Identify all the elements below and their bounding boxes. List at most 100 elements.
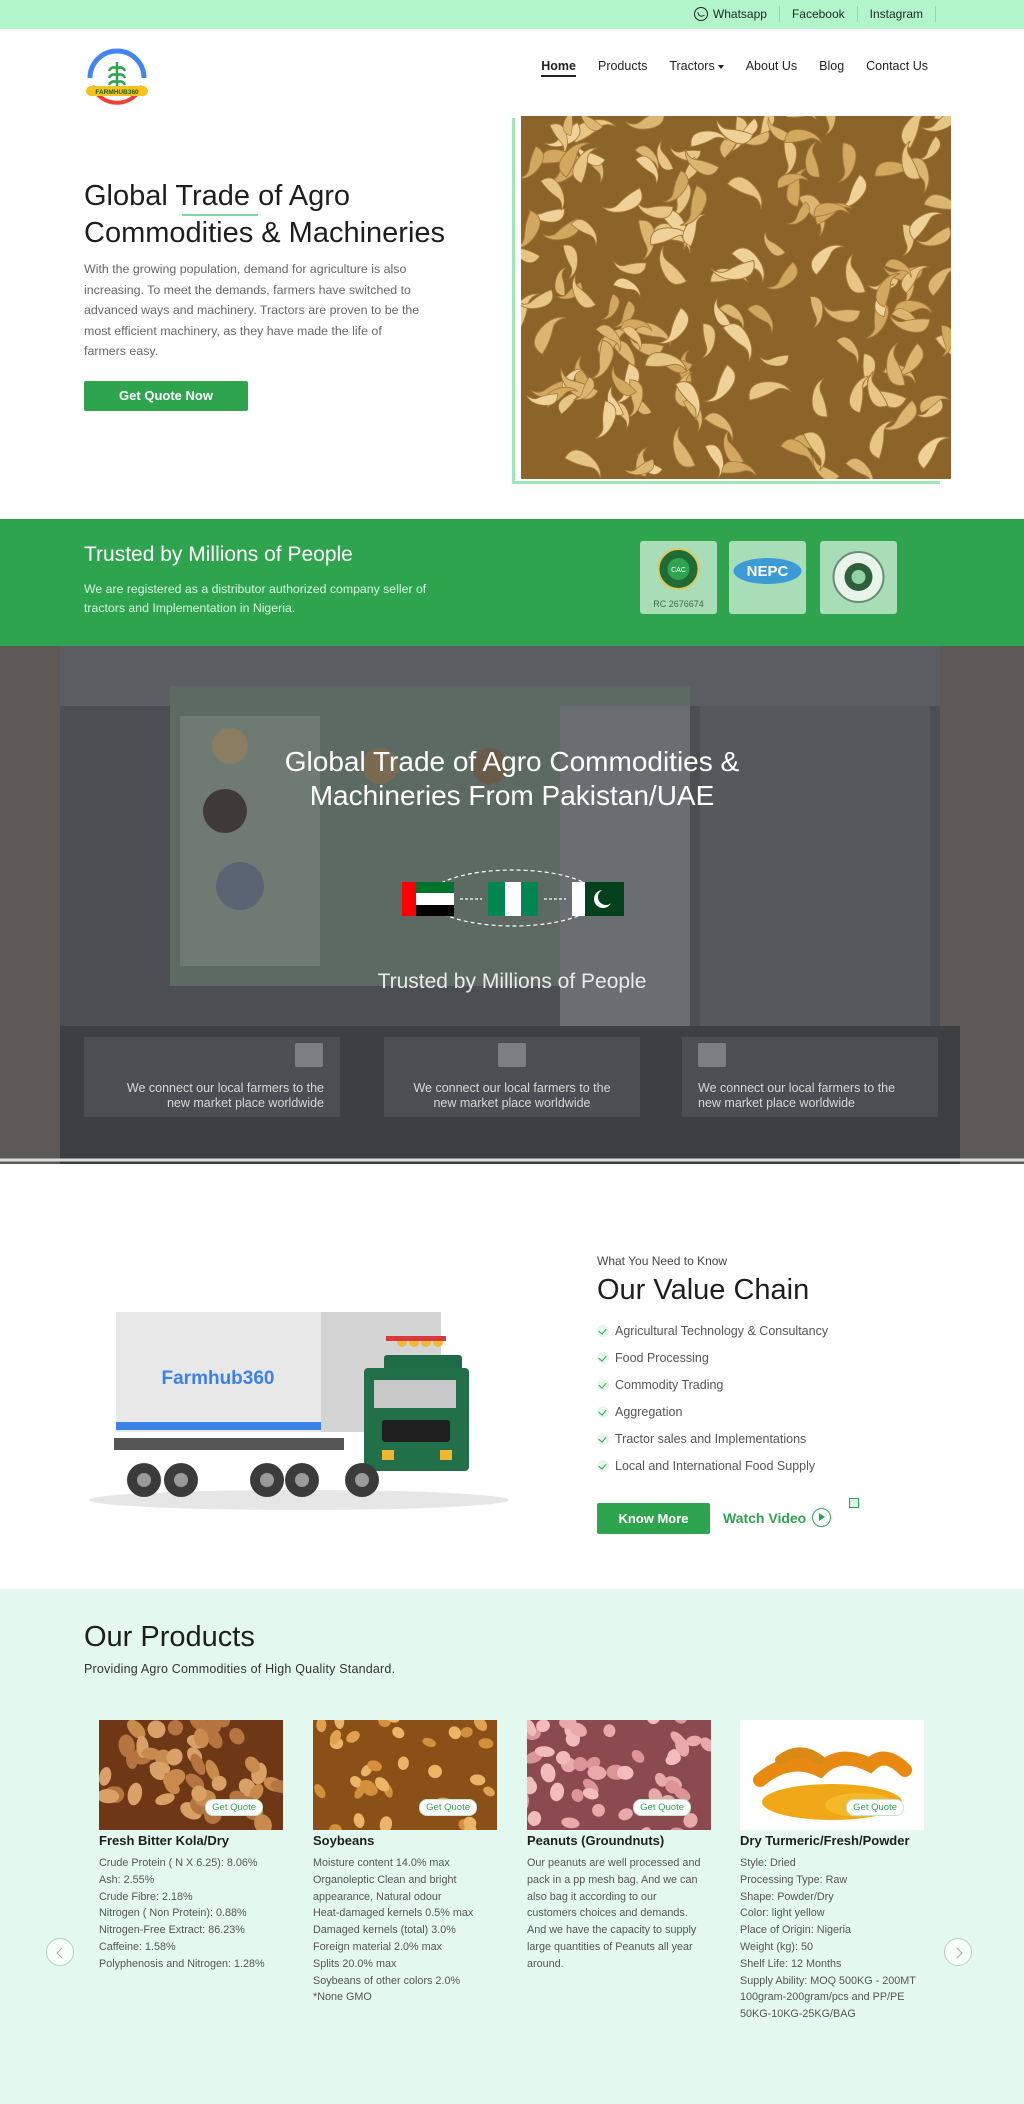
site-logo[interactable]: FARMHUB360 [84, 48, 150, 106]
chart-icon [698, 1043, 726, 1067]
check-icon [597, 1351, 609, 1364]
get-quote-button[interactable]: Get Quote [633, 1799, 691, 1816]
hero-description: With the growing population, demand for … [84, 262, 420, 358]
description-line: Color: light yellow [740, 1907, 825, 1920]
feature-text-3: We connect our local farmers to the new m… [698, 1081, 918, 1111]
products-title: Our Products [84, 1621, 255, 1653]
check-icon [597, 1405, 609, 1418]
booth-title-line2: Machineries From Pakistan/UAE [309, 780, 715, 811]
thumbs-up-icon [498, 1043, 526, 1067]
list-item: Agricultural Technology & Consultancy [597, 1317, 828, 1344]
product-description: Moisture content 14.0% max Organoleptic C… [313, 1855, 497, 2006]
top-bar: Whatsapp Facebook Instagram [0, 0, 1024, 29]
description-line: 100gram-200gram/pcs and PP/PE [740, 1991, 905, 2004]
description-line: customers choices and demands. [527, 1907, 688, 1920]
product-image: Get Quote [527, 1720, 711, 1830]
product-name: Soybeans [313, 1833, 375, 1848]
nav-about[interactable]: About Us [746, 59, 797, 77]
description-line: Shelf Life: 12 Months [740, 1957, 842, 1970]
product-image: Get Quote [99, 1720, 283, 1830]
description-line: Splits 20.0% max [313, 1957, 397, 1970]
facebook-link[interactable]: Facebook [778, 6, 857, 22]
fmard-badge [820, 541, 897, 614]
title-underline [182, 214, 258, 216]
cac-caption: RC 2676674 [653, 599, 704, 609]
carousel-prev-button[interactable] [46, 1938, 74, 1966]
feature-text-2: We connect our local farmers to the new m… [402, 1081, 622, 1111]
check-icon [597, 1378, 609, 1391]
whatsapp-link[interactable]: Whatsapp [682, 6, 779, 22]
get-quote-button[interactable]: Get Quote [846, 1799, 904, 1816]
feature-2-line2: new market place worldwide [433, 1096, 591, 1110]
plus-icon[interactable] [849, 1498, 859, 1508]
truck-text: Farmhub360 [162, 1368, 275, 1389]
product-description: Crude Protein ( N X 6.25): 8.06% Ash: 2.5… [99, 1855, 283, 1973]
flags-graphic [402, 860, 624, 940]
feature-2-line1: We connect our local farmers to the [413, 1081, 611, 1095]
feature-3-line2: new market place worldwide [698, 1096, 856, 1110]
cac-badge: CAC RC 2676674 [640, 541, 717, 614]
social-links: Whatsapp Facebook Instagram [682, 6, 936, 22]
list-item: Food Processing [597, 1344, 828, 1371]
description-line: large quantities of Peanuts all year [527, 1940, 693, 1953]
nav-home[interactable]: Home [541, 59, 576, 77]
feature-card-1: We connect our local farmers to the new m… [84, 1037, 340, 1117]
description-line: Weight (kg): 50 [740, 1940, 814, 1953]
product-description: Style: Dried Processing Type: Raw Shape: P… [740, 1855, 924, 2023]
nav-blog[interactable]: Blog [819, 59, 844, 77]
chevron-down-icon [717, 64, 724, 69]
description-line: Heat-damaged kernels 0.5% max [313, 1907, 474, 1920]
check-icon [597, 1324, 609, 1337]
get-quote-button[interactable]: Get Quote [419, 1799, 477, 1816]
description-line: 50KG-10KG-25KG/BAG [740, 2008, 856, 2021]
description-line: Moisture content 14.0% max [313, 1857, 450, 1869]
description-line: Nitrogen-Free Extract: 86.23% [99, 1924, 245, 1937]
product-image: Get Quote [313, 1720, 497, 1830]
description-line: Caffeine: 1.58% [99, 1940, 176, 1953]
description-line: *None GMO [313, 1991, 372, 2004]
hero-cashew-image [521, 116, 951, 479]
feature-1-line1: We connect our local farmers to the [126, 1081, 324, 1095]
feature-1-line2: new market place worldwide [166, 1096, 324, 1110]
value-chain-title: Our Value Chain [597, 1274, 810, 1306]
description-line: And we have the capacity to supply [527, 1924, 697, 1937]
instagram-label: Instagram [869, 7, 923, 21]
feature-card-3: We connect our local farmers to the new m… [682, 1037, 938, 1117]
feature-text-1: We connect our local farmers to the new m… [104, 1081, 324, 1111]
nav-products[interactable]: Products [598, 59, 647, 77]
nav-tractors[interactable]: Tractors [669, 59, 724, 77]
list-item-label: Local and International Food Supply [615, 1458, 816, 1473]
play-icon [812, 1508, 832, 1527]
get-quote-button[interactable]: Get Quote [205, 1799, 263, 1816]
booth-title-line1: Global Trade of Agro Commodities & [284, 746, 740, 777]
network-icon [295, 1043, 323, 1067]
description-line: Shape: Powder/Dry [740, 1890, 834, 1903]
product-card-turmeric[interactable]: Get Quote Dry Turmeric/Fresh/Powder Styl… [740, 1720, 924, 2023]
truck-illustration: Farmhub360 [84, 1300, 514, 1518]
product-card-bitter-kola[interactable]: Get Quote Fresh Bitter Kola/Dry Crude Pr… [99, 1720, 283, 1973]
description-line: Nitrogen ( Non Protein): 0.88% [99, 1907, 247, 1920]
description-line: Damaged kernels (total) 3.0% [313, 1924, 456, 1937]
watch-video-link[interactable]: Watch Video [723, 1508, 832, 1527]
product-description: Our peanuts are well processed and pack i… [527, 1855, 711, 1973]
description-line: Crude Fibre: 2.18% [99, 1890, 193, 1903]
check-icon [597, 1432, 609, 1445]
description-line: Processing Type: Raw [740, 1873, 848, 1886]
description-line: appearance, Natural odour [313, 1890, 442, 1903]
main-nav: Home Products Tractors About Us Blog Con… [541, 59, 928, 77]
value-chain-list: Agricultural Technology & Consultancy Fo… [597, 1317, 828, 1479]
product-card-peanuts[interactable]: Get Quote Peanuts (Groundnuts) Our peanu… [527, 1720, 711, 1973]
list-item: Commodity Trading [597, 1371, 828, 1398]
product-name: Fresh Bitter Kola/Dry [99, 1833, 230, 1848]
nav-contact[interactable]: Contact Us [866, 59, 928, 77]
description-line: Foreign material 2.0% max [313, 1940, 443, 1953]
svg-text:CAC: CAC [671, 567, 686, 574]
instagram-link[interactable]: Instagram [856, 6, 936, 22]
feature-card-2: We connect our local farmers to the new m… [384, 1037, 640, 1117]
know-more-button[interactable]: Know More [597, 1503, 710, 1534]
product-name: Dry Turmeric/Fresh/Powder [740, 1833, 910, 1848]
product-card-soybeans[interactable]: Get Quote Soybeans Moisture content 14.0… [313, 1720, 497, 2006]
get-quote-button[interactable]: Get Quote Now [84, 381, 248, 411]
check-icon [597, 1459, 609, 1472]
carousel-next-button[interactable] [944, 1938, 972, 1966]
